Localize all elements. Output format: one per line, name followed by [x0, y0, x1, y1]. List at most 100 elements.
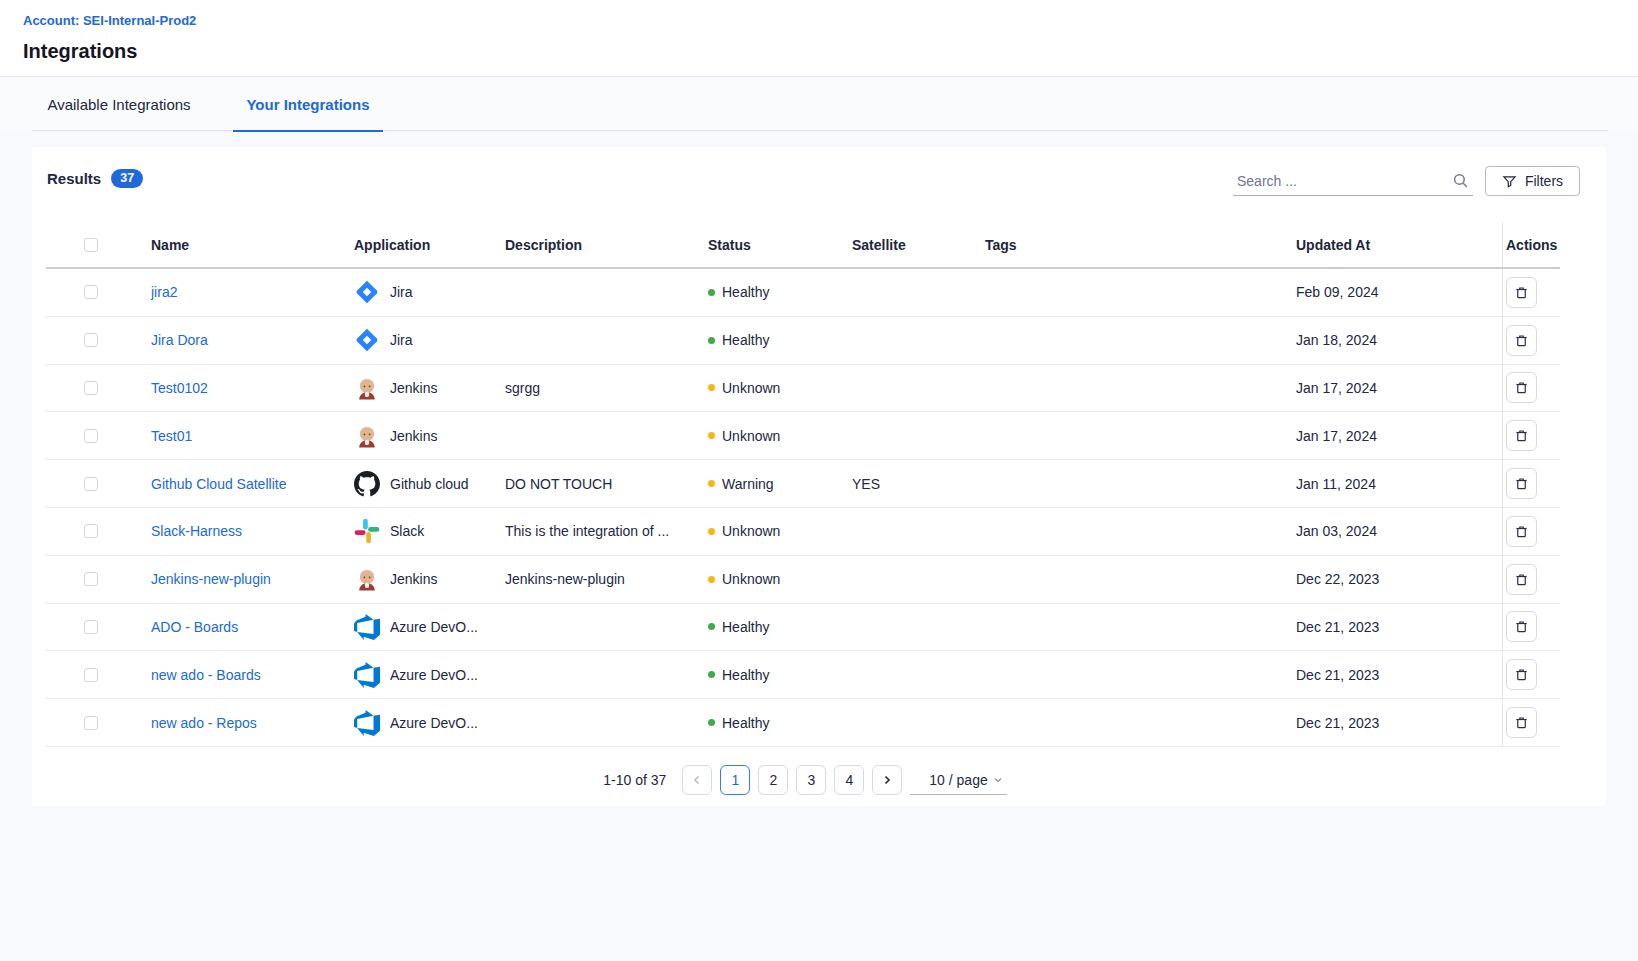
search-input[interactable]: Search ... [1233, 166, 1473, 196]
tab-available-integrations[interactable]: Available Integrations [32, 78, 206, 131]
status-cell: Healthy [694, 619, 837, 635]
row-checkbox[interactable] [84, 620, 98, 634]
integration-name-link[interactable]: ADO - Boards [151, 619, 238, 635]
row-checkbox[interactable] [84, 572, 98, 586]
delete-button[interactable] [1506, 611, 1537, 642]
page-size-select[interactable]: 10 / page [910, 765, 1006, 795]
table-header-row: Name Application Description Status Sate… [46, 222, 1560, 269]
results-summary: Results 37 [47, 169, 143, 188]
azure-devops-icon [354, 710, 380, 736]
application-label: Azure DevO... [390, 667, 478, 683]
pagination-prev-button[interactable] [682, 765, 712, 795]
pagination-page-4[interactable]: 4 [834, 765, 864, 795]
integration-name-link[interactable]: Slack-Harness [151, 523, 242, 539]
description-cell: Jenkins-new-plugin [492, 571, 694, 587]
integration-name-link[interactable]: Test01 [151, 428, 192, 444]
table-row: Jenkins-new-plugin Jenkins Jenkins-new-p… [46, 556, 1560, 604]
updated-at-cell: Jan 11, 2024 [1290, 476, 1491, 492]
delete-button[interactable] [1506, 564, 1537, 595]
github-icon [354, 471, 380, 497]
azure-devops-icon [354, 614, 380, 640]
slack-icon [354, 518, 380, 544]
description-cell: This is the integration of ... [492, 523, 694, 539]
status-dot [708, 480, 715, 487]
application-label: Slack [390, 523, 424, 539]
jenkins-icon [354, 375, 380, 401]
integration-name-link[interactable]: Jira Dora [151, 332, 208, 348]
status-dot [708, 289, 715, 296]
column-header-tags: Tags [971, 237, 1290, 253]
column-header-actions: Actions [1491, 237, 1560, 253]
status-dot [708, 528, 715, 535]
integrations-panel: Results 37 Search ... Filters Name Appli… [32, 147, 1606, 806]
table-row: Test01 Jenkins Unknown Jan 17, 2024 [46, 412, 1560, 460]
table-row: new ado - Repos Azure DevO... Healthy De… [46, 699, 1560, 747]
jenkins-icon [354, 566, 380, 592]
table-row: Test0102 Jenkins sgrgg Unknown Jan 17, 2… [46, 365, 1560, 413]
delete-button[interactable] [1506, 707, 1537, 738]
row-checkbox[interactable] [84, 381, 98, 395]
chevron-down-icon [993, 775, 1003, 785]
active-tab-underline [233, 130, 383, 132]
filter-funnel-icon [1502, 174, 1517, 189]
integration-name-link[interactable]: Github Cloud Satellite [151, 476, 286, 492]
application-label: Jenkins [390, 380, 437, 396]
status-dot [708, 671, 715, 678]
delete-button[interactable] [1506, 516, 1537, 547]
application-label: Github cloud [390, 476, 469, 492]
pagination-page-2[interactable]: 2 [758, 765, 788, 795]
updated-at-cell: Dec 21, 2023 [1290, 619, 1491, 635]
pagination-page-3[interactable]: 3 [796, 765, 826, 795]
integration-name-link[interactable]: new ado - Repos [151, 715, 257, 731]
status-dot [708, 384, 715, 391]
table-row: Github Cloud Satellite Github cloud DO N… [46, 460, 1560, 508]
integration-name-link[interactable]: Test0102 [151, 380, 208, 396]
row-checkbox[interactable] [84, 285, 98, 299]
updated-at-cell: Dec 21, 2023 [1290, 667, 1491, 683]
delete-button[interactable] [1506, 420, 1537, 451]
delete-button[interactable] [1506, 659, 1537, 690]
status-cell: Healthy [694, 667, 837, 683]
updated-at-cell: Dec 22, 2023 [1290, 571, 1491, 587]
pagination-page-1[interactable]: 1 [720, 765, 750, 795]
status-dot [708, 719, 715, 726]
row-checkbox[interactable] [84, 477, 98, 491]
column-header-application: Application [341, 237, 492, 253]
column-header-name: Name [136, 237, 341, 253]
table-row: Jira Dora Jira Healthy Jan 18, 2024 [46, 317, 1560, 365]
table-row: ADO - Boards Azure DevO... Healthy Dec 2… [46, 604, 1560, 652]
select-all-checkbox[interactable] [84, 238, 98, 252]
updated-at-cell: Feb 09, 2024 [1290, 284, 1491, 300]
table-row: Slack-Harness Slack This is the integrat… [46, 508, 1560, 556]
tab-your-integrations[interactable]: Your Integrations [233, 78, 383, 131]
description-cell: DO NOT TOUCH [492, 476, 694, 492]
row-checkbox[interactable] [84, 333, 98, 347]
status-cell: Unknown [694, 380, 837, 396]
integration-name-link[interactable]: Jenkins-new-plugin [151, 571, 271, 587]
filters-button[interactable]: Filters [1485, 166, 1580, 196]
integration-name-link[interactable]: new ado - Boards [151, 667, 261, 683]
delete-button[interactable] [1506, 372, 1537, 403]
row-checkbox[interactable] [84, 524, 98, 538]
row-checkbox[interactable] [84, 429, 98, 443]
status-dot [708, 432, 715, 439]
delete-button[interactable] [1506, 468, 1537, 499]
results-count-badge: 37 [111, 169, 143, 188]
application-label: Azure DevO... [390, 715, 478, 731]
tab-bar: Available Integrations Your Integrations [0, 78, 1638, 131]
page-title: Integrations [23, 40, 137, 63]
status-cell: Healthy [694, 284, 837, 300]
delete-button[interactable] [1506, 325, 1537, 356]
application-label: Jenkins [390, 571, 437, 587]
table-row: new ado - Boards Azure DevO... Healthy D… [46, 651, 1560, 699]
pagination-next-button[interactable] [872, 765, 902, 795]
delete-button[interactable] [1506, 277, 1537, 308]
status-dot [708, 623, 715, 630]
row-checkbox[interactable] [84, 668, 98, 682]
jira-icon [354, 279, 380, 305]
status-dot [708, 576, 715, 583]
row-checkbox[interactable] [84, 716, 98, 730]
account-link[interactable]: Account: SEI-Internal-Prod2 [23, 13, 196, 28]
integration-name-link[interactable]: jira2 [151, 284, 177, 300]
description-cell: sgrgg [492, 380, 694, 396]
